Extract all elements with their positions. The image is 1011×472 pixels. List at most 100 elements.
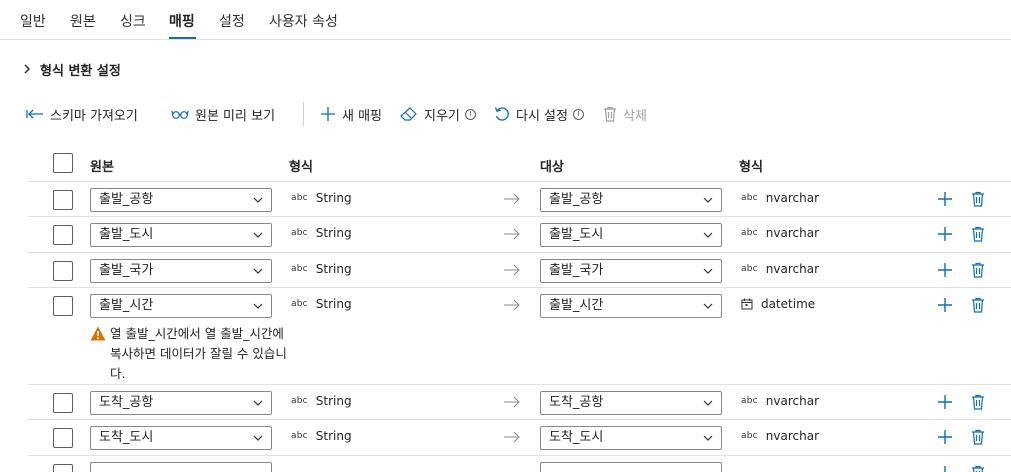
import-arrow-icon xyxy=(26,109,43,119)
source-type: abc String xyxy=(291,191,352,205)
target-column-dropdown[interactable]: 출발_공항 xyxy=(540,188,722,212)
chevron-down-icon xyxy=(703,232,713,238)
source-column-dropdown[interactable]: 도착_공항 xyxy=(90,391,272,415)
add-row-icon[interactable] xyxy=(937,191,953,207)
target-column-dropdown[interactable] xyxy=(540,462,722,472)
chevron-right-icon xyxy=(22,61,34,77)
target-column-dropdown[interactable]: 출발_도시 xyxy=(540,223,722,247)
delete-row-icon[interactable] xyxy=(971,297,985,313)
source-column-value: 출발_국가 xyxy=(99,263,154,278)
text-type-icon: abc xyxy=(291,193,308,203)
arrow-right-icon xyxy=(504,299,520,311)
tab-settings[interactable]: 설정 xyxy=(219,11,245,31)
source-column-dropdown[interactable] xyxy=(90,462,272,472)
truncation-warning: 열 출발_시간에서 열 출발_시간에 복사하면 데이터가 잘릴 수 있습니다. xyxy=(90,324,290,384)
add-row-icon[interactable] xyxy=(937,394,953,410)
row-checkbox[interactable] xyxy=(53,464,73,472)
target-type-value: nvarchar xyxy=(765,262,820,276)
import-schema-label: 스키마 가져오기 xyxy=(50,108,138,124)
add-row-icon[interactable] xyxy=(937,465,953,472)
delete-row-icon[interactable] xyxy=(971,226,985,242)
target-column-dropdown[interactable]: 도착_도시 xyxy=(540,426,722,450)
tab-source[interactable]: 원본 xyxy=(70,11,96,31)
clear-info-icon[interactable]: i xyxy=(464,108,476,120)
new-mapping-label: 새 매핑 xyxy=(342,108,383,124)
warning-message: 열 출발_시간에서 열 출발_시간에 복사하면 데이터가 잘릴 수 있습니다. xyxy=(110,326,287,381)
new-mapping-button[interactable]: 새 매핑 xyxy=(320,100,382,128)
target-type: abc nvarchar xyxy=(741,191,819,205)
text-type-icon: abc xyxy=(741,228,758,238)
reset-button[interactable]: 다시 설정 i xyxy=(494,100,584,128)
row-checkbox[interactable] xyxy=(53,190,73,210)
delete-row-icon[interactable] xyxy=(971,394,985,410)
delete-row-icon[interactable] xyxy=(971,262,985,278)
source-type-value: String xyxy=(315,297,352,311)
reset-label: 다시 설정 xyxy=(516,108,568,124)
tab-sink[interactable]: 싱크 xyxy=(120,11,146,31)
target-type: abc nvarchar xyxy=(741,226,819,240)
source-type-value: String xyxy=(315,226,352,240)
target-type-value: nvarchar xyxy=(765,191,820,205)
target-column-value: 출발_시간 xyxy=(549,298,604,313)
delete-row-icon[interactable] xyxy=(971,191,985,207)
target-type-value: datetime xyxy=(761,297,816,311)
warning-icon xyxy=(90,326,106,341)
source-type-value: String xyxy=(315,429,352,443)
text-type-icon: abc xyxy=(741,431,758,441)
arrow-right-icon xyxy=(504,431,520,443)
source-type: abc String xyxy=(291,262,352,276)
type-conversion-settings-toggle[interactable]: 형식 변환 설정 xyxy=(22,60,121,79)
source-column-dropdown[interactable]: 출발_도시 xyxy=(90,223,272,247)
target-type: datetime xyxy=(741,297,815,311)
clear-label: 지우기 xyxy=(424,108,460,124)
text-type-icon: abc xyxy=(741,264,758,274)
add-row-icon[interactable] xyxy=(937,297,953,313)
table-row-partial xyxy=(28,456,1011,472)
target-column-dropdown[interactable]: 출발_시간 xyxy=(540,294,722,318)
source-column-dropdown[interactable]: 출발_시간 xyxy=(90,294,272,318)
source-type: abc String xyxy=(291,297,352,311)
chevron-down-icon xyxy=(703,400,713,406)
chevron-down-icon xyxy=(703,303,713,309)
preview-source-button[interactable]: 원본 미리 보기 xyxy=(171,100,275,128)
mapping-toolbar: 스키마 가져오기 원본 미리 보기 새 매핑 지우기 i 다시 설정 i 삭제 xyxy=(26,100,706,128)
add-row-icon[interactable] xyxy=(937,226,953,242)
row-checkbox[interactable] xyxy=(53,225,73,245)
tab-mapping[interactable]: 매핑 xyxy=(169,11,195,31)
source-column-value: 도착_도시 xyxy=(99,430,154,445)
clear-button[interactable]: 지우기 i xyxy=(400,100,476,128)
source-column-value: 출발_공항 xyxy=(99,192,154,207)
add-row-icon[interactable] xyxy=(937,429,953,445)
target-type-value: nvarchar xyxy=(765,429,820,443)
reset-icon xyxy=(494,107,509,121)
chevron-down-icon xyxy=(253,435,263,441)
source-column-dropdown[interactable]: 출발_공항 xyxy=(90,188,272,212)
tab-user-properties[interactable]: 사용자 속성 xyxy=(269,11,338,31)
delete-button[interactable]: 삭제 xyxy=(603,100,647,128)
chevron-down-icon xyxy=(253,197,263,203)
row-checkbox[interactable] xyxy=(53,393,73,413)
tab-general[interactable]: 일반 xyxy=(20,11,46,31)
source-column-dropdown[interactable]: 출발_국가 xyxy=(90,259,272,283)
select-all-checkbox[interactable] xyxy=(53,153,73,173)
delete-row-icon[interactable] xyxy=(971,429,985,445)
row-checkbox[interactable] xyxy=(53,261,73,281)
reset-info-icon[interactable]: i xyxy=(572,108,584,120)
target-column-dropdown[interactable]: 출발_국가 xyxy=(540,259,722,283)
chevron-down-icon xyxy=(253,303,263,309)
row-checkbox[interactable] xyxy=(53,296,73,316)
import-schema-button[interactable]: 스키마 가져오기 xyxy=(26,100,138,128)
table-row: 출발_공항 abc String 출발_공항 abc nvarchar xyxy=(28,182,1011,217)
delete-row-icon[interactable] xyxy=(971,465,985,472)
text-type-icon: abc xyxy=(291,228,308,238)
source-type: abc String xyxy=(291,394,352,408)
target-column-dropdown[interactable]: 도착_공항 xyxy=(540,391,722,415)
source-type: abc String xyxy=(291,429,352,443)
row-checkbox[interactable] xyxy=(53,428,73,448)
header-target: 대상 xyxy=(540,160,564,175)
target-column-value: 도착_도시 xyxy=(549,430,604,445)
text-type-icon: abc xyxy=(741,193,758,203)
add-row-icon[interactable] xyxy=(937,262,953,278)
chevron-down-icon xyxy=(703,435,713,441)
source-column-dropdown[interactable]: 도착_도시 xyxy=(90,426,272,450)
